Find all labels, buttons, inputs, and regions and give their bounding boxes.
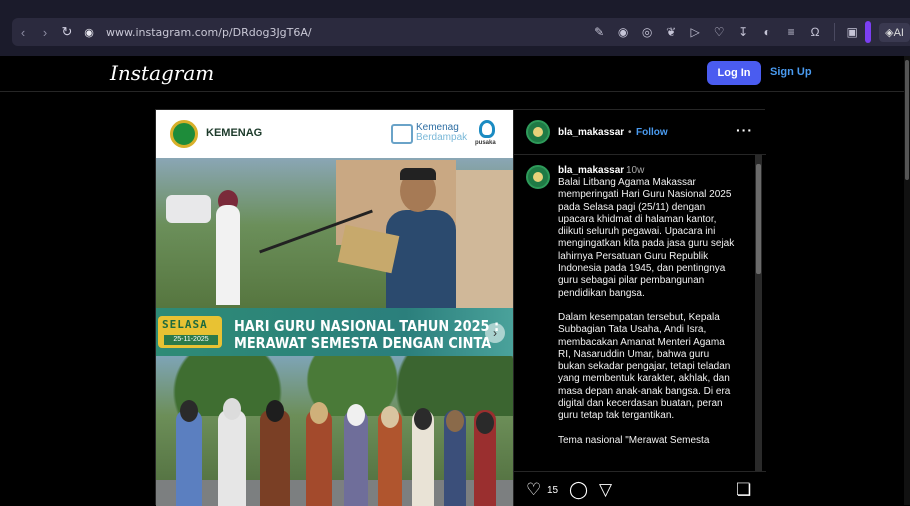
signup-link[interactable]: Sign Up: [770, 66, 812, 78]
extension-pill[interactable]: [865, 21, 872, 43]
download-icon[interactable]: ↧: [732, 21, 754, 43]
like-count: 15: [547, 485, 559, 496]
avatar[interactable]: [526, 120, 550, 144]
instagram-header: Instagram Log In Sign Up: [0, 56, 910, 92]
photo-speaker-cap: [400, 168, 436, 180]
day-label: SELASA: [162, 318, 208, 331]
ai-button-label: AI: [893, 26, 904, 39]
page-scrollbar-thumb[interactable]: [905, 60, 909, 180]
caption-paragraph-2: Dalam kesempatan tersebut, Kepala Subbag…: [558, 311, 731, 422]
forward-arrow-icon[interactable]: ›: [34, 21, 56, 43]
heart-icon[interactable]: ♡: [708, 21, 730, 43]
photo-crowd-head: [180, 400, 198, 422]
profile-icon[interactable]: Ω: [804, 21, 826, 43]
avatar-emblem: [533, 127, 543, 137]
org-name: KEMENAG: [206, 127, 263, 139]
photo-trees: [156, 356, 513, 416]
instagram-logo[interactable]: Instagram: [110, 61, 214, 85]
photo-crowd-head: [347, 404, 365, 426]
share-icon[interactable]: ▽: [599, 480, 612, 500]
ai-button[interactable]: ◈AI: [879, 22, 910, 42]
campaign-logo-text: Kemenag Berdampak: [416, 123, 467, 143]
photo-wall: [456, 170, 513, 310]
caption-username[interactable]: bla_makassar: [558, 165, 624, 176]
lock-icon: ◉: [84, 26, 94, 39]
caption-paragraph-1: Balai Litbang Agama Makassar memperingat…: [558, 177, 735, 299]
photo-car: [166, 195, 211, 223]
account-name[interactable]: bla_makassar: [558, 127, 624, 138]
photo-crowd-person: [260, 410, 290, 506]
kemenag-logo-icon: [170, 120, 198, 148]
carousel-next-icon[interactable]: ›: [485, 323, 505, 343]
partner-name: pusaka: [475, 140, 496, 146]
toggle-icon[interactable]: ◐: [756, 21, 778, 43]
campaign-line-2: Berdampak: [416, 132, 468, 143]
post-actions: ♡ 15 ◯ ▽ ❏: [514, 471, 766, 506]
browser-extension-icons: ✎ ◉ ◎ ❦ ▷ ♡ ↧ ◐ ≡ Ω ▣ ◈AI: [588, 18, 910, 46]
photo-crowd-person: [306, 410, 332, 506]
play-icon[interactable]: ▷: [684, 21, 706, 43]
tag-icon[interactable]: ❦: [660, 21, 682, 43]
berdampak-logo-icon: [391, 124, 413, 144]
comment-icon[interactable]: ◯: [569, 480, 588, 500]
pusaka-logo-icon: [479, 120, 495, 138]
heart-icon[interactable]: ♡: [526, 480, 541, 500]
photo-crowd-head: [223, 398, 241, 420]
login-button[interactable]: Log In: [707, 61, 761, 85]
title-line-2: MERAWAT SEMESTA DENGAN CINTA: [234, 334, 492, 352]
menu-lines-icon[interactable]: ≡: [780, 21, 802, 43]
cube-icon[interactable]: ▣: [841, 21, 863, 43]
caption-scrollbar-thumb[interactable]: [756, 164, 761, 274]
photo-crowd-head: [310, 402, 328, 424]
caption-area[interactable]: bla_makassar 10w Balai Litbang Agama Mak…: [514, 155, 766, 471]
camera-icon[interactable]: ◉: [612, 21, 634, 43]
photo-crowd-head: [381, 406, 399, 428]
more-options-icon[interactable]: ···: [736, 122, 753, 138]
caption-avatar[interactable]: [526, 165, 550, 189]
address-bar[interactable]: www.instagram.com/p/DRdog3JgT6A/: [106, 26, 312, 39]
bookmark-icon[interactable]: ❏: [736, 480, 751, 500]
edit-icon[interactable]: ✎: [588, 21, 610, 43]
post-image[interactable]: KEMENAG Kemenag Berdampak pusaka SELASA …: [156, 110, 513, 506]
caption-text: Balai Litbang Agama Makassar memperingat…: [558, 177, 744, 447]
title-line-1: HARI GURU NASIONAL TAHUN 2025 :: [234, 317, 500, 335]
date-label: 25-11-2025: [164, 335, 218, 345]
shield-icon[interactable]: ◎: [636, 21, 658, 43]
caption-gap: [558, 300, 744, 312]
post-card: KEMENAG Kemenag Berdampak pusaka SELASA …: [155, 109, 766, 506]
caption-paragraph-3: Tema nasional "Merawat Semesta: [558, 434, 710, 446]
photo-crowd-head: [266, 400, 284, 422]
post-sidebar: bla_makassar • Follow ··· bla_makassar 1…: [513, 110, 766, 506]
photo-person: [216, 205, 240, 305]
photo-crowd-head: [476, 412, 494, 434]
follow-button[interactable]: Follow: [636, 127, 668, 138]
caption-timestamp: 10w: [626, 165, 645, 176]
avatar-emblem: [533, 172, 543, 182]
photo-speaker-body: [386, 210, 456, 310]
photo-crowd-person: [176, 410, 202, 506]
separator-dot: •: [628, 127, 632, 138]
browser-toolbar: ‹ › ↻ ◉ www.instagram.com/p/DRdog3JgT6A/…: [12, 18, 910, 46]
photo-crowd-head: [446, 410, 464, 432]
toolbar-divider: [834, 23, 836, 41]
photo-crowd-head: [414, 408, 432, 430]
back-arrow-icon[interactable]: ‹: [12, 21, 34, 43]
photo-crowd-person: [218, 410, 246, 506]
browser-chrome: ‹ › ↻ ◉ www.instagram.com/p/DRdog3JgT6A/…: [0, 0, 910, 56]
reload-icon[interactable]: ↻: [56, 21, 78, 43]
caption-gap: [558, 423, 744, 435]
post-header: bla_makassar • Follow ···: [514, 110, 766, 155]
